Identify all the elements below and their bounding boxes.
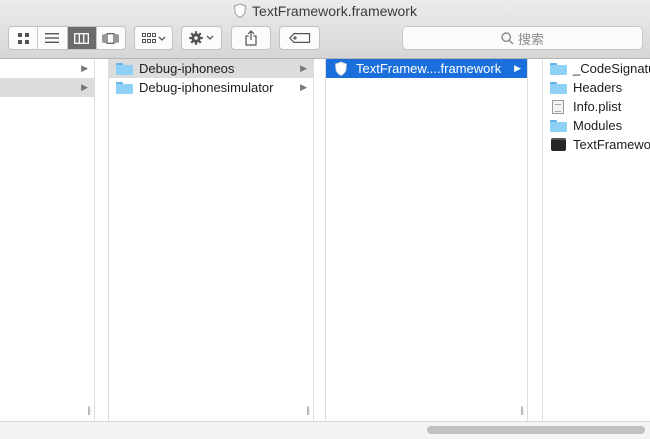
disclosure-arrow-icon: ▶	[300, 82, 307, 92]
view-mode-segmented-control[interactable]	[8, 26, 126, 50]
list-icon	[45, 33, 60, 43]
arrange-button[interactable]	[134, 26, 173, 50]
cover-flow-view-button[interactable]	[97, 27, 125, 49]
arrange-grid-icon	[141, 32, 165, 43]
horizontal-scrollbar-thumb[interactable]	[427, 426, 645, 434]
tag-icon	[288, 33, 310, 43]
list-item-selected[interactable]: ▶	[0, 78, 94, 97]
list-item-codesignature[interactable]: _CodeSignature	[543, 59, 650, 78]
columns-icon	[74, 32, 90, 44]
window-title: TextFramework.framework	[0, 3, 650, 19]
icon-view-button[interactable]	[9, 27, 39, 49]
share-icon	[245, 30, 257, 46]
list-item[interactable]: ▶	[0, 59, 94, 78]
window-titlebar: TextFramework.framework 搜索	[0, 0, 650, 59]
column-resize-handle[interactable]: ||	[520, 405, 524, 415]
list-item-label: Debug-iphoneos	[139, 61, 235, 76]
list-item-label: Debug-iphonesimulator	[139, 80, 274, 95]
column-2: Debug-iphoneos ▶ Debug-iphonesimulator ▶…	[108, 59, 314, 421]
list-item-label: Headers	[573, 80, 623, 95]
disclosure-arrow-icon: ▶	[300, 63, 307, 73]
column-view-button[interactable]	[67, 27, 97, 49]
framework-shield-icon	[234, 3, 247, 19]
column-4: _CodeSignature Headers Info.plist Module…	[542, 59, 650, 421]
action-button[interactable]	[181, 26, 222, 50]
window-title-text: TextFramework.framework	[252, 3, 417, 19]
folder-icon	[549, 62, 567, 75]
list-item-info-plist[interactable]: Info.plist	[543, 97, 650, 116]
list-item-label: Modules	[573, 118, 623, 133]
tags-button[interactable]	[279, 26, 320, 50]
plist-file-icon	[552, 99, 564, 114]
disclosure-arrow-icon: ▶	[514, 63, 521, 73]
folder-icon	[549, 119, 567, 132]
list-item-headers[interactable]: Headers	[543, 78, 650, 97]
list-item-debug-iphoneos[interactable]: Debug-iphoneos ▶	[109, 59, 313, 78]
list-view-button[interactable]	[38, 27, 68, 49]
column-resize-handle[interactable]: ||	[87, 405, 91, 415]
list-item-label: Info.plist	[573, 99, 622, 114]
search-icon	[501, 31, 514, 44]
framework-shield-icon	[335, 61, 347, 76]
column-1: ▶ ▶ ||	[0, 59, 95, 421]
disclosure-arrow-icon: ▶	[81, 82, 88, 92]
column-3: TextFramew....framework ▶ ||	[325, 59, 528, 421]
column-browser: ▶ ▶ || Debug-iphoneos ▶ Debug-iphonesimu…	[0, 59, 650, 421]
list-item-debug-iphonesimulator[interactable]: Debug-iphonesimulator ▶	[109, 78, 313, 97]
search-field[interactable]: 搜索	[402, 26, 643, 50]
list-item-label: _CodeSignature	[573, 61, 650, 76]
horizontal-scrollbar-track	[0, 421, 650, 439]
share-button[interactable]	[231, 26, 271, 50]
executable-icon	[550, 138, 566, 151]
list-item-label: TextFramework	[573, 137, 650, 152]
list-item-label: TextFramew....framework	[356, 61, 502, 76]
folder-icon	[549, 81, 567, 94]
column-resize-handle[interactable]: ||	[306, 405, 310, 415]
disclosure-arrow-icon: ▶	[81, 63, 88, 73]
folder-icon	[115, 81, 133, 94]
list-item-textframework-binary[interactable]: TextFramework	[543, 135, 650, 154]
search-placeholder: 搜索	[517, 31, 544, 47]
list-item-textframework-framework[interactable]: TextFramew....framework ▶	[326, 59, 527, 78]
list-item-modules[interactable]: Modules	[543, 116, 650, 135]
gear-icon	[188, 31, 213, 45]
grid-icon	[17, 32, 29, 44]
cover-flow-icon	[102, 32, 119, 44]
folder-icon	[115, 62, 133, 75]
